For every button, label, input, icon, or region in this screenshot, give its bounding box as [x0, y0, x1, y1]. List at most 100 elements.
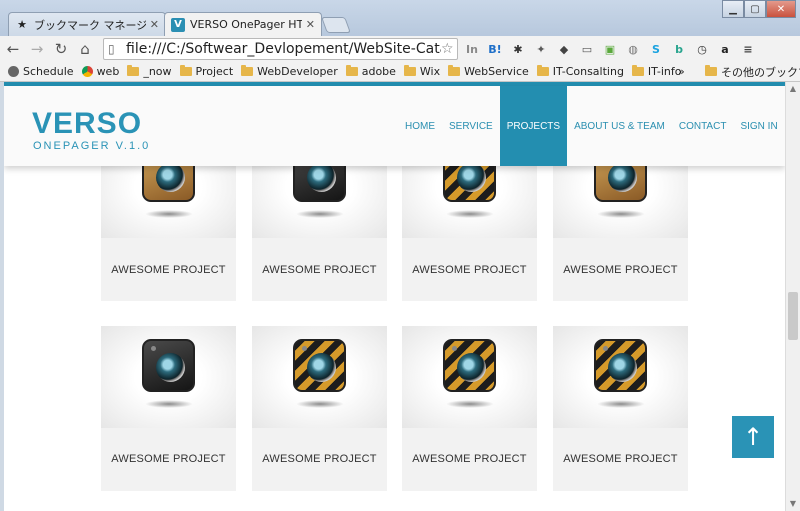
folder-icon	[631, 65, 644, 76]
logo-subtitle: ONEPAGER V.1.0	[33, 140, 151, 152]
nav-projects[interactable]: PROJECTS	[499, 86, 568, 166]
folder-icon	[705, 65, 717, 76]
logo-title[interactable]: VERSO	[32, 109, 142, 139]
bookmark-label: web	[96, 65, 120, 78]
project-caption: AWESOME PROJECT	[412, 453, 527, 465]
bookmark-label: adobe	[361, 65, 396, 78]
other-bookmarks-folder[interactable]: その他のブックマーク	[697, 64, 800, 80]
bookmark-label: Schedule	[23, 65, 74, 78]
project-caption: AWESOME PROJECT	[412, 264, 527, 276]
amazon-ext-icon[interactable]: a	[715, 38, 735, 60]
forward-arrow-icon[interactable]: →	[26, 38, 48, 60]
bookmark-webservice[interactable]: WebService	[448, 65, 529, 78]
camera-shadow	[296, 400, 344, 408]
maximize-button[interactable]: ▢	[744, 0, 766, 18]
bookmark-it-consalting[interactable]: IT-Consalting	[536, 65, 624, 78]
new-tab-button[interactable]	[321, 17, 351, 33]
bookmark-star-icon[interactable]: ☆	[441, 41, 457, 57]
bookmark-label: IT-Consalting	[552, 65, 624, 78]
arrow-up-icon: ↑	[742, 423, 764, 451]
project-card[interactable]: AWESOME PROJECT	[402, 326, 537, 491]
browser-titlebar: ★ ブックマーク マネージャ ✕ V VERSO OnePager HTML ✕…	[0, 0, 800, 36]
tab-verso-onepager[interactable]: V VERSO OnePager HTML ✕	[164, 12, 322, 36]
bookmark-label: IT-info	[647, 65, 682, 78]
bookmark-schedule[interactable]: Schedule	[8, 65, 74, 78]
project-thumbnail[interactable]	[402, 326, 537, 428]
camera-shadow	[145, 210, 193, 218]
project-caption: AWESOME PROJECT	[111, 264, 226, 276]
puzzle-ext-icon[interactable]: ✦	[531, 38, 551, 60]
bookmark-it-info[interactable]: IT-info	[631, 65, 682, 78]
project-card[interactable]: AWESOME PROJECT	[252, 326, 387, 491]
bookmark-webdeveloper[interactable]: WebDeveloper	[241, 65, 338, 78]
folder-icon	[127, 65, 140, 76]
folder-icon	[179, 65, 192, 76]
scroll-to-top-button[interactable]: ↑	[732, 416, 774, 458]
page-viewport: VERSO ONEPAGER V.1.0 HOME SERVICE PROJECTS…	[0, 82, 785, 511]
reload-icon[interactable]: ↻	[50, 38, 72, 60]
scroll-thumb[interactable]	[788, 292, 798, 340]
camera-icon	[443, 339, 496, 392]
menu-ext-icon[interactable]: ≡	[738, 38, 758, 60]
bookmark-wix[interactable]: Wix	[403, 65, 440, 78]
other-bookmarks-label: その他のブックマーク	[721, 65, 800, 79]
project-card[interactable]: AWESOME PROJECT	[553, 136, 688, 301]
camera-icon	[142, 339, 195, 392]
globe-ext-icon[interactable]: ◍	[623, 38, 643, 60]
clock-ext-icon[interactable]: ◷	[692, 38, 712, 60]
nav-home[interactable]: HOME	[398, 86, 442, 166]
camera-icon	[293, 339, 346, 392]
nav-service[interactable]: SERVICE	[442, 86, 500, 166]
hatena-ext-icon[interactable]: B!	[485, 38, 505, 60]
close-icon[interactable]: ✕	[306, 18, 315, 31]
cast-ext-icon[interactable]: ▭	[577, 38, 597, 60]
tab-title: ブックマーク マネージャ	[34, 18, 146, 32]
project-card[interactable]: AWESOME PROJECT	[402, 136, 537, 301]
back-arrow-icon[interactable]: ←	[2, 38, 24, 60]
skype-ext-icon[interactable]: S	[646, 38, 666, 60]
folder-icon	[403, 65, 416, 76]
project-card[interactable]: AWESOME PROJECT	[101, 326, 236, 491]
project-caption: AWESOME PROJECT	[262, 453, 377, 465]
apple-icon	[8, 66, 19, 77]
close-icon[interactable]: ✕	[150, 18, 159, 31]
camera-shadow	[145, 400, 193, 408]
bookmark-adobe[interactable]: adobe	[345, 65, 396, 78]
in-ext-icon[interactable]: In	[462, 38, 482, 60]
scroll-up-arrow-icon[interactable]: ▲	[788, 84, 798, 94]
bookmark--now[interactable]: _now	[127, 65, 172, 78]
window-close-button[interactable]: ✕	[766, 0, 796, 18]
project-card[interactable]: AWESOME PROJECT	[101, 136, 236, 301]
url-text[interactable]: file:///C:/Softwear_Devlopement/WebSite-…	[126, 41, 441, 57]
project-card[interactable]: AWESOME PROJECT	[553, 326, 688, 491]
bookmark-project[interactable]: Project	[179, 65, 234, 78]
bookmark-label: _now	[143, 65, 172, 78]
project-thumbnail[interactable]	[252, 326, 387, 428]
page-scrollbar[interactable]: ▲ ▼	[785, 82, 800, 511]
nav-about-us-team[interactable]: ABOUT US & TEAM	[567, 86, 672, 166]
address-bar[interactable]: ▯ file:///C:/Softwear_Devlopement/WebSit…	[103, 38, 458, 60]
extension-toolbar: In B! ✱ ✦ ◆ ▭ ▣ ◍ Sb ◷ a ≡	[462, 38, 761, 60]
project-card[interactable]: AWESOME PROJECT	[252, 136, 387, 301]
evernote-ext-icon[interactable]: ▣	[600, 38, 620, 60]
bookmark-label: WebDeveloper	[257, 65, 338, 78]
folder-icon	[536, 65, 549, 76]
folder-icon	[241, 65, 254, 76]
bookmark-label: Project	[195, 65, 234, 78]
scroll-down-arrow-icon[interactable]: ▼	[788, 499, 798, 509]
tab-bookmark-manager[interactable]: ★ ブックマーク マネージャ ✕	[8, 12, 166, 36]
bookmark-web[interactable]: web	[81, 65, 120, 78]
bookmarks-overflow-button[interactable]: »	[678, 65, 685, 78]
project-thumbnail[interactable]	[553, 326, 688, 428]
nav-contact[interactable]: CONTACT	[672, 86, 734, 166]
nav-sign-in[interactable]: SIGN IN	[733, 86, 784, 166]
camera-shadow	[296, 210, 344, 218]
pocket-ext-icon[interactable]: ◆	[554, 38, 574, 60]
home-icon[interactable]: ⌂	[74, 38, 96, 60]
site-header: VERSO ONEPAGER V.1.0 HOME SERVICE PROJECTS…	[4, 86, 785, 166]
camera-shadow	[597, 400, 645, 408]
project-thumbnail[interactable]	[101, 326, 236, 428]
b-ext-icon[interactable]: b	[669, 38, 689, 60]
minimize-button[interactable]: ▁	[722, 0, 744, 18]
gear-ext-icon[interactable]: ✱	[508, 38, 528, 60]
